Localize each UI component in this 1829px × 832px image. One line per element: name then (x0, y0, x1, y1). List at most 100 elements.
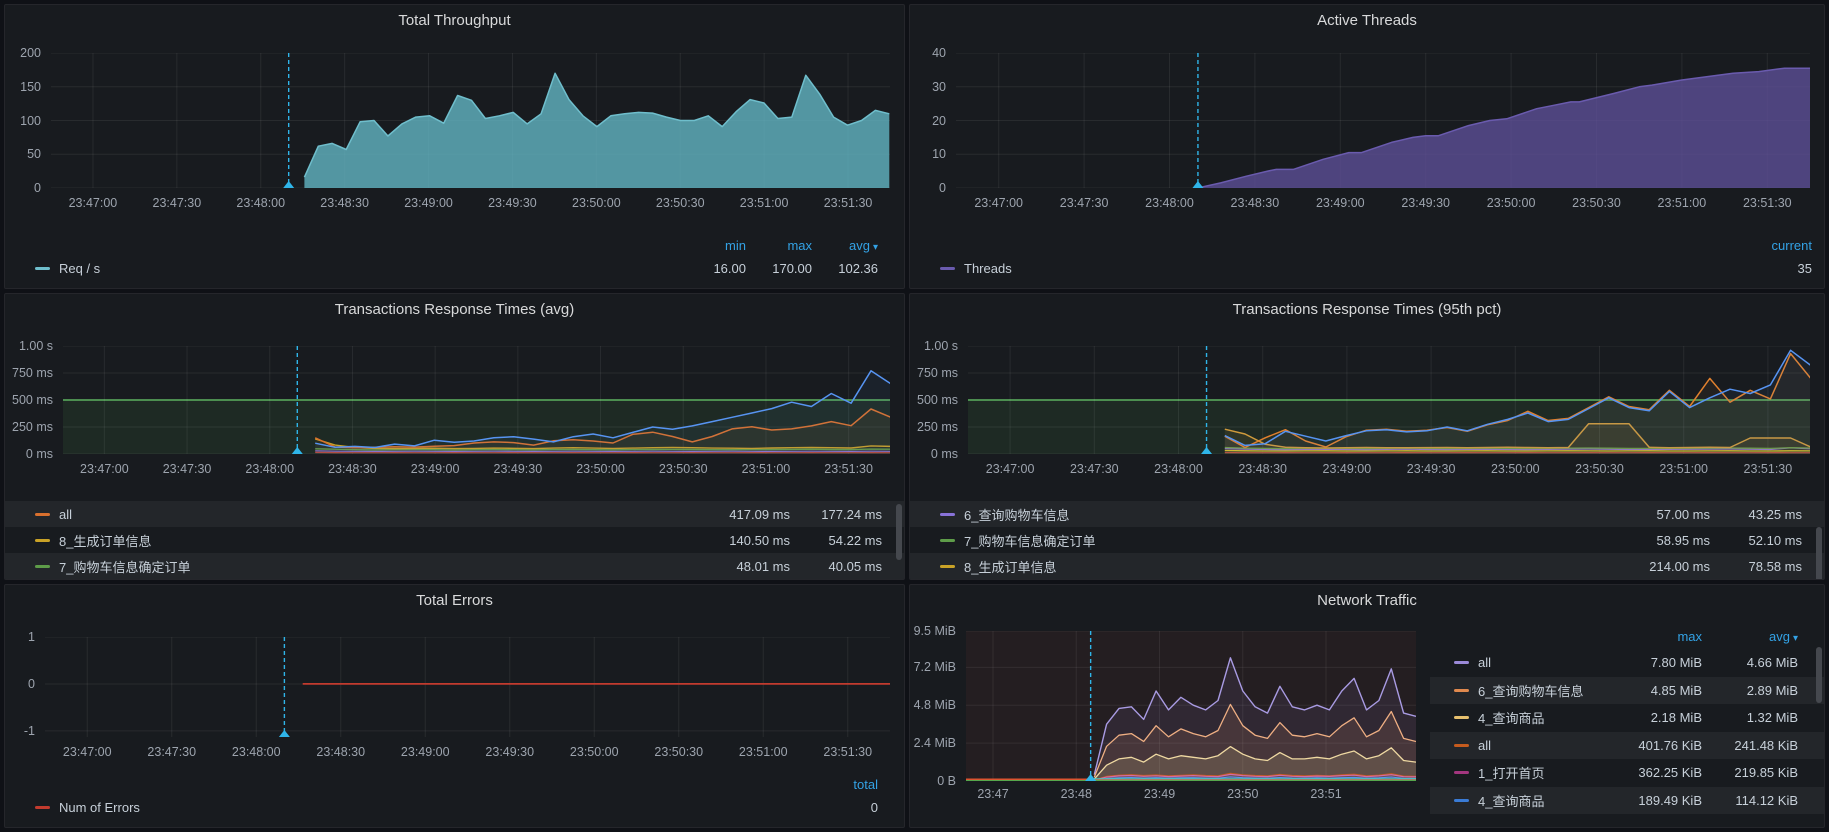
plot-area[interactable] (63, 346, 890, 454)
legend-scrollbar[interactable] (1816, 647, 1822, 703)
x-tick-label: 23:47:30 (1060, 196, 1109, 210)
x-tick-label: 23:48:00 (245, 462, 294, 476)
panel-title[interactable]: Transactions Response Times (avg) (5, 294, 904, 324)
x-axis: 23:47:0023:47:3023:48:0023:48:3023:49:00… (51, 196, 890, 214)
x-tick-label: 23:51:30 (1743, 196, 1792, 210)
legend-item[interactable]: 4_查询商品189.49 KiB114.12 KiB (1430, 787, 1824, 815)
legend-label: 8_生成订单信息 (964, 557, 1056, 576)
x-tick-label: 23:48:00 (1145, 196, 1194, 210)
legend-value: 219.85 KiB (1702, 765, 1798, 780)
legend-item[interactable]: 8_生成订单信息140.50 ms54.22 ms (5, 527, 904, 553)
y-tick-label: 50 (27, 147, 41, 161)
x-tick-label: 23:48:30 (328, 462, 377, 476)
legend-sort-max[interactable]: max (746, 238, 812, 253)
x-tick-label: 23:49:00 (1316, 196, 1365, 210)
legend-value: 417.09 ms (698, 507, 790, 522)
legend-sort-avg[interactable]: avg▾ (1702, 629, 1798, 644)
legend-label: all (59, 507, 72, 522)
x-tick-label: 23:49:00 (401, 745, 450, 759)
x-tick-label: 23:47:30 (153, 196, 202, 210)
legend-value: 362.25 KiB (1606, 765, 1702, 780)
legend-value: 4.66 MiB (1702, 655, 1798, 670)
x-tick-label: 23:51:30 (823, 745, 872, 759)
legend-header-row: maxavg▾ (1430, 623, 1824, 649)
series-color-icon (35, 806, 50, 809)
panel-title[interactable]: Network Traffic (910, 585, 1824, 615)
legend-label: all (1478, 738, 1491, 753)
panel-response-times-95pct: Transactions Response Times (95th pct) 0… (909, 293, 1825, 580)
y-axis: 010203040 (910, 53, 956, 188)
legend-value: 43.25 ms (1710, 507, 1802, 522)
legend-item[interactable]: Threads35 (940, 256, 1812, 280)
panel-title[interactable]: Total Throughput (5, 5, 904, 35)
legend-item[interactable]: 6_查询购物车信息4.85 MiB2.89 MiB (1430, 677, 1824, 705)
x-tick-label: 23:51:30 (1744, 462, 1793, 476)
x-tick-label: 23:47 (977, 787, 1008, 801)
y-tick-label: 10 (932, 147, 946, 161)
plot-area[interactable] (968, 346, 1810, 454)
panel-title[interactable]: Transactions Response Times (95th pct) (910, 294, 1824, 324)
y-tick-label: 1.00 s (19, 339, 53, 353)
legend-value: 102.36 (812, 261, 878, 276)
legend: minmaxavg▾ Req / s16.00170.00102.36 (5, 234, 904, 288)
legend-label: 1_打开首页 (1478, 763, 1544, 782)
y-tick-label: 9.5 MiB (914, 624, 956, 638)
x-tick-label: 23:51:00 (742, 462, 791, 476)
legend-item[interactable]: all7.80 MiB4.66 MiB (1430, 649, 1824, 677)
legend-header-row: current (940, 234, 1812, 256)
legend-value: 57.00 ms (1618, 507, 1710, 522)
legend-value: 16.00 (680, 261, 746, 276)
legend-item[interactable]: Req / s16.00170.00102.36 (35, 256, 878, 280)
legend-item[interactable]: Num of Errors0 (35, 795, 878, 819)
panel-title[interactable]: Active Threads (910, 5, 1824, 35)
legend-sort-max[interactable]: max (1606, 629, 1702, 644)
series-color-icon (1454, 689, 1469, 692)
x-tick-label: 23:47:30 (147, 745, 196, 759)
legend: all 417.09 ms177.24 ms 8_生成订单信息140.50 ms54… (5, 501, 904, 579)
y-tick-label: -1 (24, 724, 35, 738)
x-tick-label: 23:48:30 (1231, 196, 1280, 210)
legend-sort-min[interactable]: min (680, 238, 746, 253)
plot-area[interactable] (45, 637, 890, 737)
y-tick-label: 750 ms (12, 366, 53, 380)
legend-value: 58.95 ms (1618, 533, 1710, 548)
legend-item[interactable]: all401.76 KiB241.48 KiB (1430, 732, 1824, 760)
legend-scrollbar[interactable] (896, 504, 902, 560)
legend-item[interactable]: 8_生成订单信息214.00 ms78.58 ms (910, 553, 1824, 579)
legend-item[interactable]: 7_购物车信息确定订单58.95 ms52.10 ms (910, 527, 1824, 553)
x-tick-label: 23:47:00 (974, 196, 1023, 210)
legend-label: all (1478, 655, 1491, 670)
x-tick-label: 23:47:00 (986, 462, 1035, 476)
panel-total-errors: Total Errors 10-1 23:47:0023:47:3023:48:… (4, 584, 905, 828)
y-tick-label: 0 B (937, 774, 956, 788)
y-tick-label: 0 (28, 677, 35, 691)
panel-title[interactable]: Total Errors (5, 585, 904, 615)
legend-sort-avg[interactable]: avg▾ (812, 238, 878, 253)
y-tick-label: 100 (20, 114, 41, 128)
panel-total-throughput: Total Throughput 050100150200 23:47:0023… (4, 4, 905, 289)
annotation-marker (1192, 181, 1203, 188)
y-tick-label: 250 ms (917, 420, 958, 434)
legend-item[interactable]: 1_打开首页 362.25 KiB219.85 KiB (1430, 759, 1824, 787)
y-tick-label: 4.8 MiB (914, 698, 956, 712)
x-tick-label: 23:50:00 (1491, 462, 1540, 476)
legend-sort-current[interactable]: current (1742, 238, 1812, 253)
y-axis: 10-1 (5, 637, 45, 737)
legend-value: 140.50 ms (698, 533, 790, 548)
legend-scrollbar[interactable] (1816, 527, 1822, 579)
legend: total Num of Errors0 (5, 773, 904, 827)
legend-item[interactable]: 4_查询商品2.18 MiB1.32 MiB (1430, 704, 1824, 732)
legend-value: 177.24 ms (790, 507, 882, 522)
series-color-icon (940, 513, 955, 516)
legend-sort-total[interactable]: total (814, 777, 878, 792)
legend-item[interactable]: 6_查询购物车信息57.00 ms43.25 ms (910, 501, 1824, 527)
plot-area[interactable] (51, 53, 890, 188)
plot-area[interactable] (956, 53, 1810, 188)
legend-label: Threads (964, 261, 1012, 276)
plot-area[interactable] (966, 631, 1416, 781)
legend-item[interactable]: all 417.09 ms177.24 ms (5, 501, 904, 527)
x-tick-label: 23:51 (1310, 787, 1341, 801)
legend-value: 241.48 KiB (1702, 738, 1798, 753)
x-tick-label: 23:47:00 (63, 745, 112, 759)
legend-item[interactable]: 7_购物车信息确定订单48.01 ms40.05 ms (5, 553, 904, 579)
